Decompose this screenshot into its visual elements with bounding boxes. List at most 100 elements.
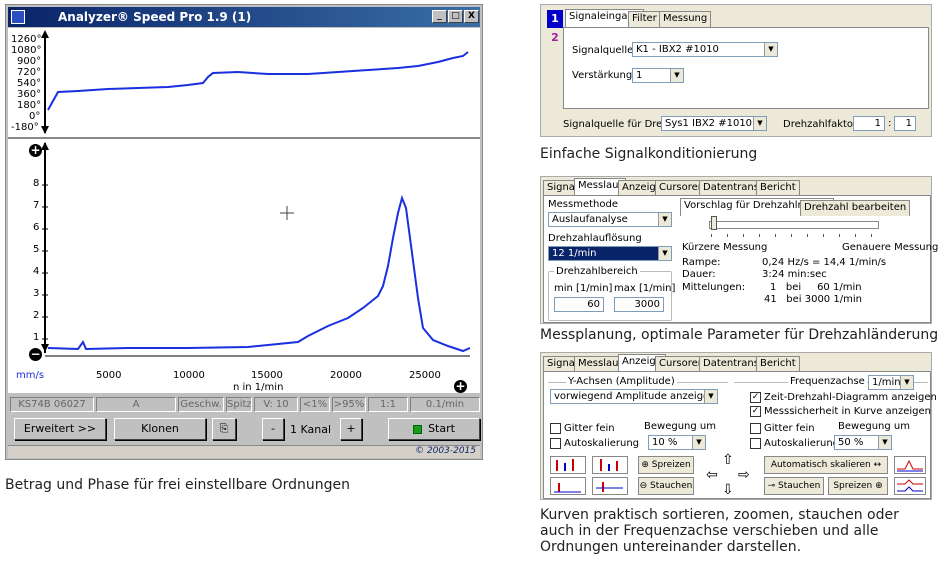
sort-spectrum-alt-icon[interactable] — [592, 456, 628, 474]
verstaerkung-value: 1 — [636, 70, 643, 81]
bewegung-right-select[interactable]: 50 % ▼ — [834, 435, 892, 450]
yachsen-value: vorwiegend Amplitude anzeigen — [554, 391, 716, 402]
spread-icon: ⊕ — [641, 460, 652, 470]
status-resolution: 0.1/min — [410, 397, 480, 412]
klonen-button[interactable]: Klonen — [114, 418, 206, 440]
bewegung-right-value: 50 % — [838, 437, 864, 448]
x-tick: 15000 — [251, 370, 283, 381]
faktor-numerator-input[interactable]: 1 — [853, 116, 885, 131]
zeit-drehzahl-label: Zeit-Drehzahl-Diagramm anzeigen — [764, 392, 937, 403]
amp-tick: 8 — [33, 178, 40, 189]
faktor-denominator-input[interactable]: 1 — [894, 116, 916, 131]
tab-drehzahl-bearbeiten[interactable]: Drehzahl bearbeiten — [800, 200, 911, 216]
autoskalierung-right-checkbox[interactable] — [750, 438, 761, 449]
chevron-down-icon: ▼ — [878, 436, 891, 449]
dauer-value: 3:24 min:sec — [762, 269, 827, 280]
aufloesung-select[interactable]: 12 1/min ▼ — [548, 246, 672, 261]
gitter-fein-right-checkbox[interactable] — [750, 423, 761, 434]
status-channel: A — [96, 397, 176, 412]
status-ratio: 1:1 — [368, 397, 408, 412]
phase-tick: 720° — [17, 67, 42, 78]
close-button[interactable]: X — [464, 10, 479, 23]
yachsen-select[interactable]: vorwiegend Amplitude anzeigen ▼ — [550, 389, 718, 404]
chevron-down-icon: ▼ — [753, 117, 766, 130]
max-input[interactable]: 3000 — [614, 297, 664, 312]
phase-tick: 0° — [29, 111, 41, 122]
stauchen-button[interactable]: ⊖ Stauchen — [638, 477, 694, 495]
amp-tick: 4 — [33, 266, 40, 277]
chevron-down-icon: ▼ — [764, 43, 777, 56]
drehzahl-source-select[interactable]: Sys1 IBX2 #1010 ▼ — [661, 116, 767, 131]
caption-panel3: Kurven praktisch sortieren, zoomen, stau… — [540, 507, 899, 555]
rampe-slider[interactable] — [709, 221, 879, 229]
genauer-label: Genauere Messung — [842, 242, 939, 253]
fit-icon: ↔ — [873, 460, 882, 470]
plot-area[interactable]: + − + 1260° 1080° 900° 720° 540° 360° 18… — [8, 28, 480, 393]
drehzahl-source-value: Sys1 IBX2 #1010 — [665, 118, 753, 129]
min-input[interactable]: 60 — [554, 297, 604, 312]
start-button[interactable]: Start — [388, 418, 480, 440]
frequenz-label: Frequenzachse — [788, 376, 867, 387]
status-high: >95% — [332, 397, 366, 412]
stauchen-x-button[interactable]: ⊸ Stauchen — [764, 477, 824, 495]
auto-skalieren-button[interactable]: Automatisch skalieren ↔ — [764, 456, 888, 474]
zoom-in-icon[interactable]: + — [29, 144, 42, 157]
arrow-left-icon[interactable]: ⇦ — [706, 467, 718, 483]
signalquelle-select[interactable]: K1 - IBX2 #1010 ▼ — [632, 42, 778, 57]
compress-x-icon: ⊸ — [767, 481, 779, 491]
analyzer-window: Analyzer® Speed Pro 1.9 (1) _ □ X + − + … — [5, 4, 483, 460]
aufloesung-value: 12 1/min — [552, 248, 597, 259]
spreizen-x-button[interactable]: Spreizen ⊕ — [828, 477, 888, 495]
rampe-value: 0,24 Hz/s = 14,4 1/min/s — [762, 257, 887, 268]
amp-tick: 5 — [33, 244, 40, 255]
messmethode-label: Messmethode — [548, 199, 618, 210]
slider-thumb[interactable] — [711, 216, 717, 230]
frequenz-select[interactable]: 1/min ▼ — [868, 375, 914, 390]
anzeige-panel: Signal Messlauf Anzeige Cursoren Datentr… — [540, 352, 937, 500]
arrow-up-icon[interactable]: ⇧ — [722, 452, 734, 468]
drehzahlfaktor-label: Drehzahlfaktor — [783, 119, 858, 130]
channel-1-tab[interactable]: 1 — [547, 10, 563, 28]
autoskalierung-left-checkbox[interactable] — [550, 438, 561, 449]
copy-icon[interactable]: ⎘ — [212, 418, 236, 440]
slider-ticks — [711, 234, 879, 237]
channel-2-tab[interactable]: 2 — [547, 29, 563, 47]
overlay-curves-icon[interactable] — [894, 456, 926, 474]
verstaerkung-label: Verstärkung — [572, 70, 633, 81]
faktor-separator: : — [888, 118, 892, 129]
tab-filter[interactable]: Filter — [628, 11, 661, 27]
zoom-out-icon[interactable]: − — [29, 348, 42, 361]
chevron-down-icon: ▼ — [692, 436, 705, 449]
tab-bericht[interactable]: Bericht — [756, 180, 800, 196]
anzeige-tab-body: Y-Achsen (Amplitude) vorwiegend Amplitud… — [543, 371, 937, 499]
messsicherheit-checkbox[interactable]: ✓ — [750, 406, 761, 417]
tab-bericht[interactable]: Bericht — [756, 356, 800, 372]
stacked-curves-icon[interactable] — [894, 477, 926, 495]
bewegung-left-value: 10 % — [652, 437, 678, 448]
sort-stack-alt-icon[interactable] — [592, 477, 628, 495]
zeit-drehzahl-checkbox[interactable]: ✓ — [750, 392, 761, 403]
start-icon — [413, 424, 423, 434]
messmethode-select[interactable]: Auslaufanalyse ▼ — [548, 212, 672, 227]
drehzahlbereich-group — [548, 271, 672, 321]
arrow-right-icon[interactable]: ⇨ — [738, 467, 750, 483]
signal-tab-body: Signalquelle K1 - IBX2 #1010 ▼ Verstärkun… — [563, 27, 929, 109]
copyright: © 2003-2015 — [415, 446, 476, 456]
bewegung-left-select[interactable]: 10 % ▼ — [648, 435, 706, 450]
channel-minus-button[interactable]: - — [262, 418, 284, 440]
verstaerkung-select[interactable]: 1 ▼ — [632, 68, 684, 83]
arrow-down-icon[interactable]: ⇩ — [722, 482, 734, 498]
erweitert-button[interactable]: Erweitert >> — [14, 418, 106, 440]
spreizen-button[interactable]: ⊕ Spreizen — [638, 456, 694, 474]
tab-messung[interactable]: Messung — [659, 11, 712, 27]
yachsen-label: Y-Achsen (Amplitude) — [566, 376, 677, 387]
gitter-fein-left-checkbox[interactable] — [550, 423, 561, 434]
minimize-button[interactable]: _ — [432, 10, 447, 23]
sort-stack-icon[interactable] — [550, 477, 586, 495]
sort-spectrum-icon[interactable] — [550, 456, 586, 474]
chevron-down-icon: ▼ — [658, 213, 671, 226]
messlauf-tab-body: Messmethode Auslaufanalyse ▼ Drehzahlaufl… — [543, 195, 938, 323]
zoom-x-icon[interactable]: + — [454, 380, 467, 393]
maximize-button[interactable]: □ — [448, 10, 463, 23]
channel-plus-button[interactable]: + — [340, 418, 362, 440]
